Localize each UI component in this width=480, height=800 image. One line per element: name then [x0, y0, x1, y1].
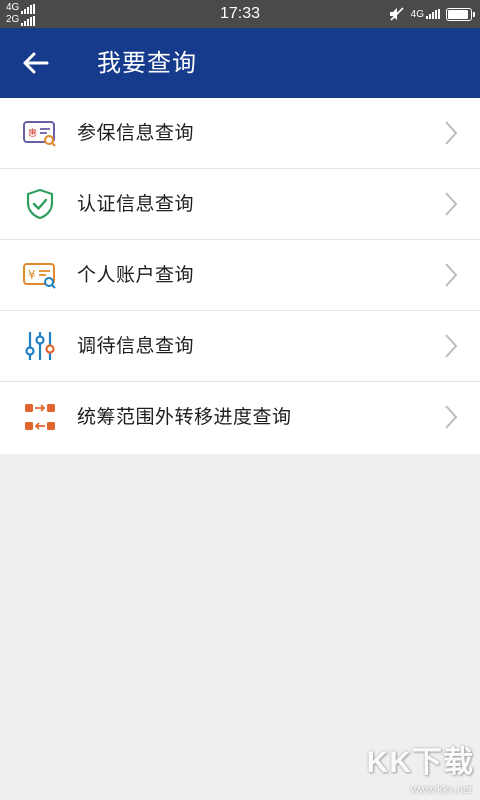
sliders-icon: [20, 328, 60, 364]
menu-item-label: 调待信息查询: [77, 335, 195, 357]
menu-item-label: 统筹范围外转移进度查询: [77, 406, 292, 428]
watermark-url: www.kkx.net: [410, 784, 472, 796]
query-menu-list: 惠 参保信息查询 认证信息查询 ¥ 个人账户查询 调待信息查询 统筹范围外转移进…: [0, 98, 480, 454]
menu-item-insurance-info[interactable]: 惠 参保信息查询: [0, 98, 480, 169]
mute-icon: [389, 7, 404, 21]
menu-item-label: 认证信息查询: [77, 193, 195, 215]
menu-item-benefit-adjustment[interactable]: 调待信息查询: [0, 311, 480, 382]
shield-check-icon: [20, 186, 60, 222]
signal-bars-icon: [426, 9, 440, 19]
yuan-account-search-icon: ¥: [20, 257, 60, 293]
chevron-right-icon: [445, 334, 458, 358]
network-type-label: 4G: [410, 8, 424, 20]
arrow-left-icon: [23, 52, 49, 74]
svg-text:¥: ¥: [28, 268, 36, 282]
menu-item-label: 个人账户查询: [77, 264, 195, 286]
chevron-right-icon: [445, 405, 458, 429]
battery-icon: [446, 7, 475, 21]
menu-item-auth-info[interactable]: 认证信息查询: [0, 169, 480, 240]
menu-item-transfer-progress[interactable]: 统筹范围外转移进度查询: [0, 382, 480, 454]
chevron-right-icon: [445, 121, 458, 145]
back-button[interactable]: [16, 45, 56, 81]
chevron-right-icon: [445, 192, 458, 216]
page-title: 我要查询: [97, 49, 197, 77]
chevron-right-icon: [445, 263, 458, 287]
transfer-route-icon: [20, 399, 60, 435]
status-bar: 4G 2G 17:33 4G: [0, 0, 480, 28]
watermark: KK下载 www.kkx.net: [344, 746, 474, 796]
insurance-card-search-icon: 惠: [20, 115, 60, 151]
app-bar: 我要查询: [0, 28, 480, 98]
menu-item-label: 参保信息查询: [77, 122, 195, 144]
watermark-logo: KK下载: [366, 746, 474, 779]
menu-item-personal-account[interactable]: ¥ 个人账户查询: [0, 240, 480, 311]
svg-text:惠: 惠: [28, 127, 37, 139]
